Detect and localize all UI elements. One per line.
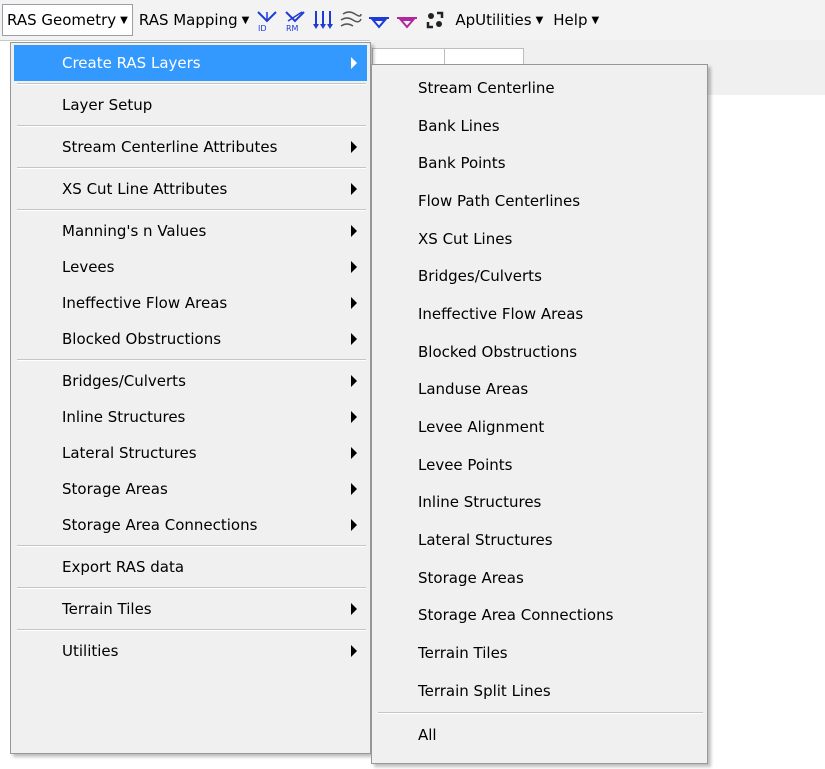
submenu-arrow-icon [351, 141, 357, 153]
rm-cut-icon[interactable]: RM [282, 7, 308, 33]
submenu-arrow-icon [351, 375, 357, 387]
submenu-arrow-icon [351, 411, 357, 423]
menu-item-label: Utilities [62, 642, 119, 660]
level-arrow-purple-icon[interactable] [394, 7, 420, 33]
menu-item-lateral-structures[interactable]: Lateral Structures [14, 435, 367, 471]
submenu-item-terrain-tiles[interactable]: Terrain Tiles [372, 634, 707, 672]
level-arrow-icon[interactable] [366, 7, 392, 33]
dropdown-arrow-icon: ▼ [120, 14, 128, 26]
svg-text:ID: ID [258, 24, 267, 32]
submenu-arrow-icon [351, 261, 357, 273]
submenu-item-bank-lines[interactable]: Bank Lines [372, 107, 707, 145]
menu-separator [17, 545, 366, 547]
help-label: Help [553, 11, 588, 29]
submenu-item-inline-structures[interactable]: Inline Structures [372, 484, 707, 522]
ras-geometry-label: RAS Geometry [7, 11, 117, 29]
ras-mapping-label: RAS Mapping [138, 11, 238, 29]
menu-separator [17, 359, 366, 361]
submenu-item-levee-alignment[interactable]: Levee Alignment [372, 408, 707, 446]
submenu-item-terrain-split-lines[interactable]: Terrain Split Lines [372, 672, 707, 710]
submenu-item-ineffective-flow-areas[interactable]: Ineffective Flow Areas [372, 295, 707, 333]
menu-item-label: Storage Areas [62, 480, 168, 498]
stream-lines-icon[interactable] [338, 7, 364, 33]
menu-item-levees[interactable]: Levees [14, 249, 367, 285]
toolbar: RAS Geometry ▼ RAS Mapping ▼ ID RM ApUti… [0, 0, 825, 41]
menu-item-label: Export RAS data [62, 558, 185, 576]
menu-item-label: Terrain Tiles [62, 600, 152, 618]
submenu-item-stream-centerline[interactable]: Stream Centerline [372, 69, 707, 107]
menu-item-label: Stream Centerline Attributes [62, 138, 278, 156]
menu-separator [17, 125, 366, 127]
menu-item-xs-cut-line-attributes[interactable]: XS Cut Line Attributes [14, 171, 367, 207]
submenu-arrow-icon [351, 57, 357, 69]
menu-item-create-ras-layers[interactable]: Create RAS Layers [14, 45, 367, 81]
dropdown-arrow-icon: ▼ [591, 14, 600, 26]
menu-item-mannings-n-values[interactable]: Manning's n Values [14, 213, 367, 249]
submenu-separator [378, 711, 703, 714]
menu-item-stream-centerline-attributes[interactable]: Stream Centerline Attributes [14, 129, 367, 165]
create-ras-layers-submenu: Stream Centerline Bank Lines Bank Points… [371, 64, 708, 764]
submenu-item-xs-cut-lines[interactable]: XS Cut Lines [372, 220, 707, 258]
ras-geometry-menu[interactable]: RAS Geometry ▼ [2, 4, 133, 36]
menu-item-export-ras-data[interactable]: Export RAS data [14, 549, 367, 585]
menu-item-label: Blocked Obstructions [62, 330, 222, 348]
menu-item-label: Bridges/Culverts [62, 372, 186, 390]
menu-item-label: Lateral Structures [62, 444, 197, 462]
ras-mapping-menu[interactable]: RAS Mapping ▼ [135, 5, 253, 35]
menu-separator [17, 587, 366, 589]
id-cut-icon[interactable]: ID [254, 7, 280, 33]
submenu-item-flow-path-centerlines[interactable]: Flow Path Centerlines [372, 182, 707, 220]
submenu-arrow-icon [351, 183, 357, 195]
submenu-item-bank-points[interactable]: Bank Points [372, 144, 707, 182]
ras-geometry-dropdown: Create RAS Layers Layer Setup Stream Cen… [10, 42, 371, 754]
submenu-item-all[interactable]: All [372, 716, 707, 754]
menu-item-label: Storage Area Connections [62, 516, 258, 534]
menu-item-label: Levees [62, 258, 115, 276]
submenu-item-levee-points[interactable]: Levee Points [372, 446, 707, 484]
menu-item-label: Layer Setup [62, 96, 153, 114]
menu-separator [17, 209, 366, 211]
submenu-item-lateral-structures[interactable]: Lateral Structures [372, 521, 707, 559]
down-arrows-icon[interactable] [310, 7, 336, 33]
menu-separator [17, 629, 366, 631]
menu-item-blocked-obstructions[interactable]: Blocked Obstructions [14, 321, 367, 357]
menu-item-label: Manning's n Values [62, 222, 207, 240]
refresh-dots-icon[interactable] [422, 7, 448, 33]
dropdown-arrow-icon: ▼ [535, 14, 544, 26]
dropdown-arrow-icon: ▼ [241, 14, 250, 26]
menu-item-storage-areas[interactable]: Storage Areas [14, 471, 367, 507]
submenu-arrow-icon [351, 447, 357, 459]
submenu-arrow-icon [351, 225, 357, 237]
aputilities-menu[interactable]: ApUtilities ▼ [451, 5, 547, 35]
submenu-item-storage-areas[interactable]: Storage Areas [372, 559, 707, 597]
submenu-arrow-icon [351, 297, 357, 309]
aputilities-label: ApUtilities [455, 11, 532, 29]
menu-item-label: XS Cut Line Attributes [62, 180, 228, 198]
menu-item-label: Inline Structures [62, 408, 186, 426]
menu-item-utilities[interactable]: Utilities [14, 633, 367, 669]
menu-item-layer-setup[interactable]: Layer Setup [14, 87, 367, 123]
menu-item-bridges-culverts[interactable]: Bridges/Culverts [14, 363, 367, 399]
submenu-item-landuse-areas[interactable]: Landuse Areas [372, 371, 707, 409]
help-menu[interactable]: Help ▼ [549, 5, 603, 35]
menu-item-terrain-tiles[interactable]: Terrain Tiles [14, 591, 367, 627]
submenu-item-bridges-culverts[interactable]: Bridges/Culverts [372, 257, 707, 295]
submenu-arrow-icon [351, 519, 357, 531]
submenu-item-blocked-obstructions[interactable]: Blocked Obstructions [372, 333, 707, 371]
submenu-item-storage-area-connections[interactable]: Storage Area Connections [372, 597, 707, 635]
menu-item-label: Ineffective Flow Areas [62, 294, 228, 312]
menu-item-inline-structures[interactable]: Inline Structures [14, 399, 367, 435]
menu-separator [17, 83, 366, 85]
submenu-arrow-icon [351, 483, 357, 495]
menu-item-storage-area-connections[interactable]: Storage Area Connections [14, 507, 367, 543]
menu-item-ineffective-flow-areas[interactable]: Ineffective Flow Areas [14, 285, 367, 321]
submenu-arrow-icon [351, 645, 357, 657]
menu-separator [17, 167, 366, 169]
menu-item-label: Create RAS Layers [62, 54, 201, 72]
submenu-arrow-icon [351, 603, 357, 615]
submenu-arrow-icon [351, 333, 357, 345]
svg-text:RM: RM [286, 24, 299, 32]
